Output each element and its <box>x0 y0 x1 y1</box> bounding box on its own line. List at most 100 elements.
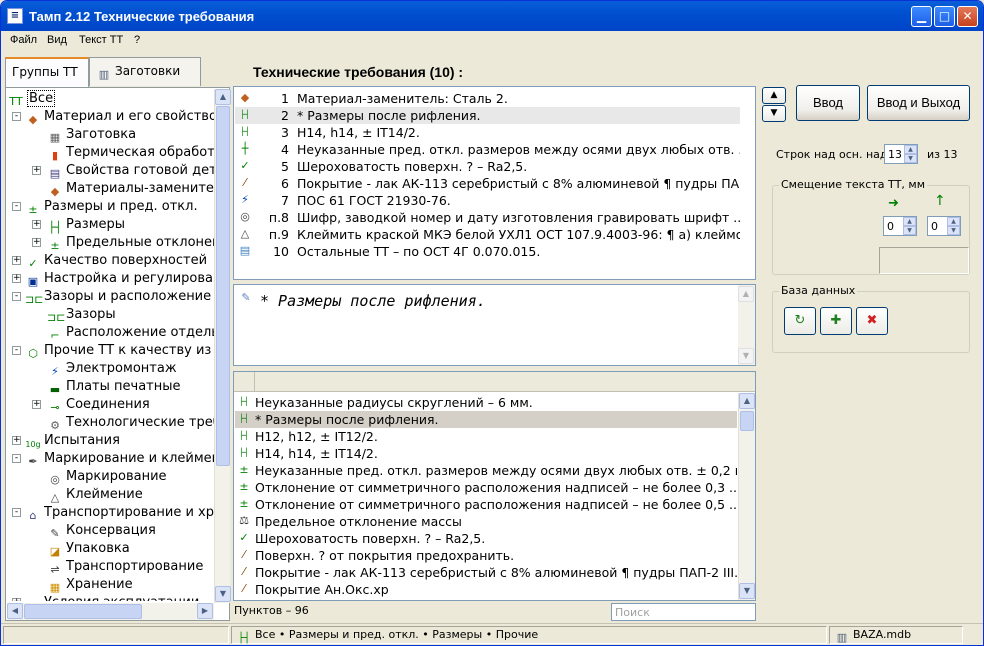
scroll-left-icon[interactable]: ◀ <box>7 603 23 619</box>
requirement-row[interactable]: ⚡ 7 ПОС 61 ГОСТ 21930-76. <box>235 192 740 209</box>
collapse-icon[interactable]: - <box>12 202 21 211</box>
template-row[interactable]: ± Отклонение от симметричного расположени… <box>235 496 737 513</box>
tree-hscrollbar[interactable]: ◀ ▶ <box>7 603 214 620</box>
offset-y-down-icon[interactable]: ▼ <box>947 226 960 235</box>
expand-icon[interactable]: + <box>32 220 41 229</box>
tree-scroll-thumb[interactable] <box>216 106 230 466</box>
close-button[interactable]: ✕ <box>957 6 978 27</box>
tree-item[interactable]: - ⌂ Транспортирование и хр <box>7 504 214 522</box>
template-list[interactable]: ├┤ Неуказанные радиусы скруглений – 6 мм.… <box>233 371 756 601</box>
groups-tree[interactable]: ТТ Все - ◆ Материал и его свойство ▦ Заготовка… <box>7 89 214 601</box>
tree-item[interactable]: ✎ Консервация <box>7 522 214 540</box>
tree-item[interactable]: +10g Испытания <box>7 432 214 450</box>
tree-item[interactable]: ▮ Термическая обработ <box>7 144 214 162</box>
offset-x-stepper[interactable]: 0 ▲ ▼ <box>883 216 917 236</box>
collapse-icon[interactable]: - <box>12 292 21 301</box>
collapse-icon[interactable]: - <box>12 508 21 517</box>
tree-item[interactable]: + ├┤ Размеры <box>7 216 214 234</box>
template-row[interactable]: ├┤ H14, h14, ± IT14/2. <box>235 445 737 462</box>
tab-groups[interactable]: Группы ТТ <box>5 57 89 88</box>
template-row[interactable]: ± Неуказанные пред. откл. размеров между … <box>235 462 737 479</box>
tree-item[interactable]: ⌐ Расположение отдель <box>7 324 214 342</box>
scroll-up-icon[interactable]: ▲ <box>215 89 231 105</box>
requirement-row[interactable]: ✓ 5 Шероховатость поверхн. ? – Ra2,5. <box>235 158 740 175</box>
collapse-icon[interactable]: - <box>12 454 21 463</box>
menu-help[interactable]: ? <box>134 34 140 46</box>
tree-item[interactable]: - ± Размеры и пред. откл. <box>7 198 214 216</box>
tree-item[interactable]: + ✓ Качество поверхностей <box>7 252 214 270</box>
template-scroll-down-icon[interactable]: ▼ <box>739 583 755 599</box>
requirement-row[interactable]: ⁄ 6 Покрытие - лак АК-113 серебристый с 8%… <box>235 175 740 192</box>
template-scroll-thumb[interactable] <box>740 411 754 431</box>
db-refresh-button[interactable]: ↻ <box>784 307 816 335</box>
tree-vscrollbar[interactable]: ▲ ▼ <box>214 89 231 603</box>
expand-icon[interactable]: + <box>32 166 41 175</box>
tree-item[interactable]: + ☀Условия эксплуатации <box>7 594 214 601</box>
search-input[interactable]: Поиск <box>611 603 756 621</box>
collapse-icon[interactable]: - <box>12 346 21 355</box>
expand-icon[interactable]: + <box>32 238 41 247</box>
tree-item[interactable]: - ◆ Материал и его свойство <box>7 108 214 126</box>
offset-y-stepper[interactable]: 0 ▲ ▼ <box>927 216 961 236</box>
requirement-row[interactable]: ◎ п.8 Шифр, заводкой номер и дату изготовл… <box>235 209 740 226</box>
requirement-preview[interactable]: ✎ * Размеры после рифления. ▲ ▼ <box>233 284 756 366</box>
template-row[interactable]: ⚖ Предельное отклонение массы <box>235 513 737 530</box>
tree-item[interactable]: + ▣ Настройка и регулирова <box>7 270 214 288</box>
expand-icon[interactable]: + <box>12 256 21 265</box>
tree-hscroll-thumb[interactable] <box>24 604 142 619</box>
tree-item[interactable]: ⚙ Технологические треб <box>7 414 214 432</box>
scroll-down-icon[interactable]: ▼ <box>215 586 231 602</box>
requirement-row[interactable]: ◆ 1 Материал-заменитель: Сталь 2. <box>235 90 740 107</box>
rows-down-icon[interactable]: ▼ <box>904 154 917 163</box>
rows-stepper[interactable]: 13 ▲ ▼ <box>884 144 918 164</box>
template-row[interactable]: ├┤ * Размеры после рифления. <box>235 411 737 428</box>
template-row[interactable]: ⁄ Покрытие Ан.Окс.хр <box>235 581 737 598</box>
tree-item[interactable]: ТТ Все <box>7 90 214 108</box>
tree-item[interactable]: + ▤ Свойства готовой дет <box>7 162 214 180</box>
menu-text-tt[interactable]: Текст ТТ <box>79 34 123 46</box>
tree-item[interactable]: ◆ Материалы-заменител <box>7 180 214 198</box>
expand-icon[interactable]: + <box>32 400 41 409</box>
offset-x-up-icon[interactable]: ▲ <box>903 217 916 226</box>
template-row[interactable]: ⁄ Покрытие - лак АК-113 серебристый с 8% … <box>235 564 737 581</box>
template-row[interactable]: ✓ Шероховатость поверхн. ? – Ra2,5. <box>235 530 737 547</box>
tree-item[interactable]: ◎ Маркирование <box>7 468 214 486</box>
enter-button[interactable]: Ввод <box>796 85 860 121</box>
tree-item[interactable]: ▬ Платы печатные <box>7 378 214 396</box>
menu-view[interactable]: Вид <box>47 34 67 46</box>
offset-x-down-icon[interactable]: ▼ <box>903 226 916 235</box>
db-add-button[interactable]: ✚ <box>820 307 852 335</box>
move-up-button[interactable]: ▲ <box>762 87 786 104</box>
offset-y-up-icon[interactable]: ▲ <box>947 217 960 226</box>
collapse-icon[interactable]: - <box>12 112 21 121</box>
tree-item[interactable]: + ⊸ Соединения <box>7 396 214 414</box>
tree-item[interactable]: ▦ Заготовка <box>7 126 214 144</box>
template-row[interactable]: ├┤ Неуказанные радиусы скруглений – 6 мм. <box>235 394 737 411</box>
requirement-row[interactable]: ├┤ 3 H14, h14, ± IT14/2. <box>235 124 740 141</box>
rows-up-icon[interactable]: ▲ <box>904 145 917 154</box>
preview-scroll-up-icon[interactable]: ▲ <box>738 286 754 302</box>
template-vscrollbar[interactable]: ▲ ▼ <box>738 393 755 600</box>
app-icon[interactable]: ≡ <box>7 8 23 24</box>
maximize-button[interactable]: □ <box>934 6 955 27</box>
db-delete-button[interactable]: ✖ <box>856 307 888 335</box>
menu-file[interactable]: Файл <box>10 34 37 46</box>
preview-scroll-down-icon[interactable]: ▼ <box>738 348 754 364</box>
scroll-right-icon[interactable]: ▶ <box>197 603 213 619</box>
tree-item[interactable]: ◪ Упаковка <box>7 540 214 558</box>
title-bar[interactable]: ≡ Тамп 2.12 Технические требования ▁ □ ✕ <box>1 1 983 31</box>
expand-icon[interactable]: + <box>12 436 21 445</box>
tree-item[interactable]: ⚡ Электромонтаж <box>7 360 214 378</box>
requirement-row[interactable]: ├┤ 2 * Размеры после рифления. <box>235 107 740 124</box>
minimize-button[interactable]: ▁ <box>911 6 932 27</box>
requirement-row[interactable]: △ п.9 Клеймить краской МКЭ белой УХЛ1 ОСТ … <box>235 226 740 243</box>
tree-item[interactable]: - ⬡ Прочие ТТ к качеству из <box>7 342 214 360</box>
expand-icon[interactable]: + <box>12 598 21 601</box>
move-down-button[interactable]: ▼ <box>762 105 786 122</box>
tree-item[interactable]: ▦ Хранение <box>7 576 214 594</box>
tree-item[interactable]: ⇌ Транспортирование <box>7 558 214 576</box>
template-row[interactable]: ├┤ H12, h12, ± IT12/2. <box>235 428 737 445</box>
enter-exit-button[interactable]: Ввод и Выход <box>867 85 970 121</box>
tab-blanks[interactable]: ▥ Заготовки <box>89 57 201 86</box>
tree-item[interactable]: + ± Предельные отклонен <box>7 234 214 252</box>
